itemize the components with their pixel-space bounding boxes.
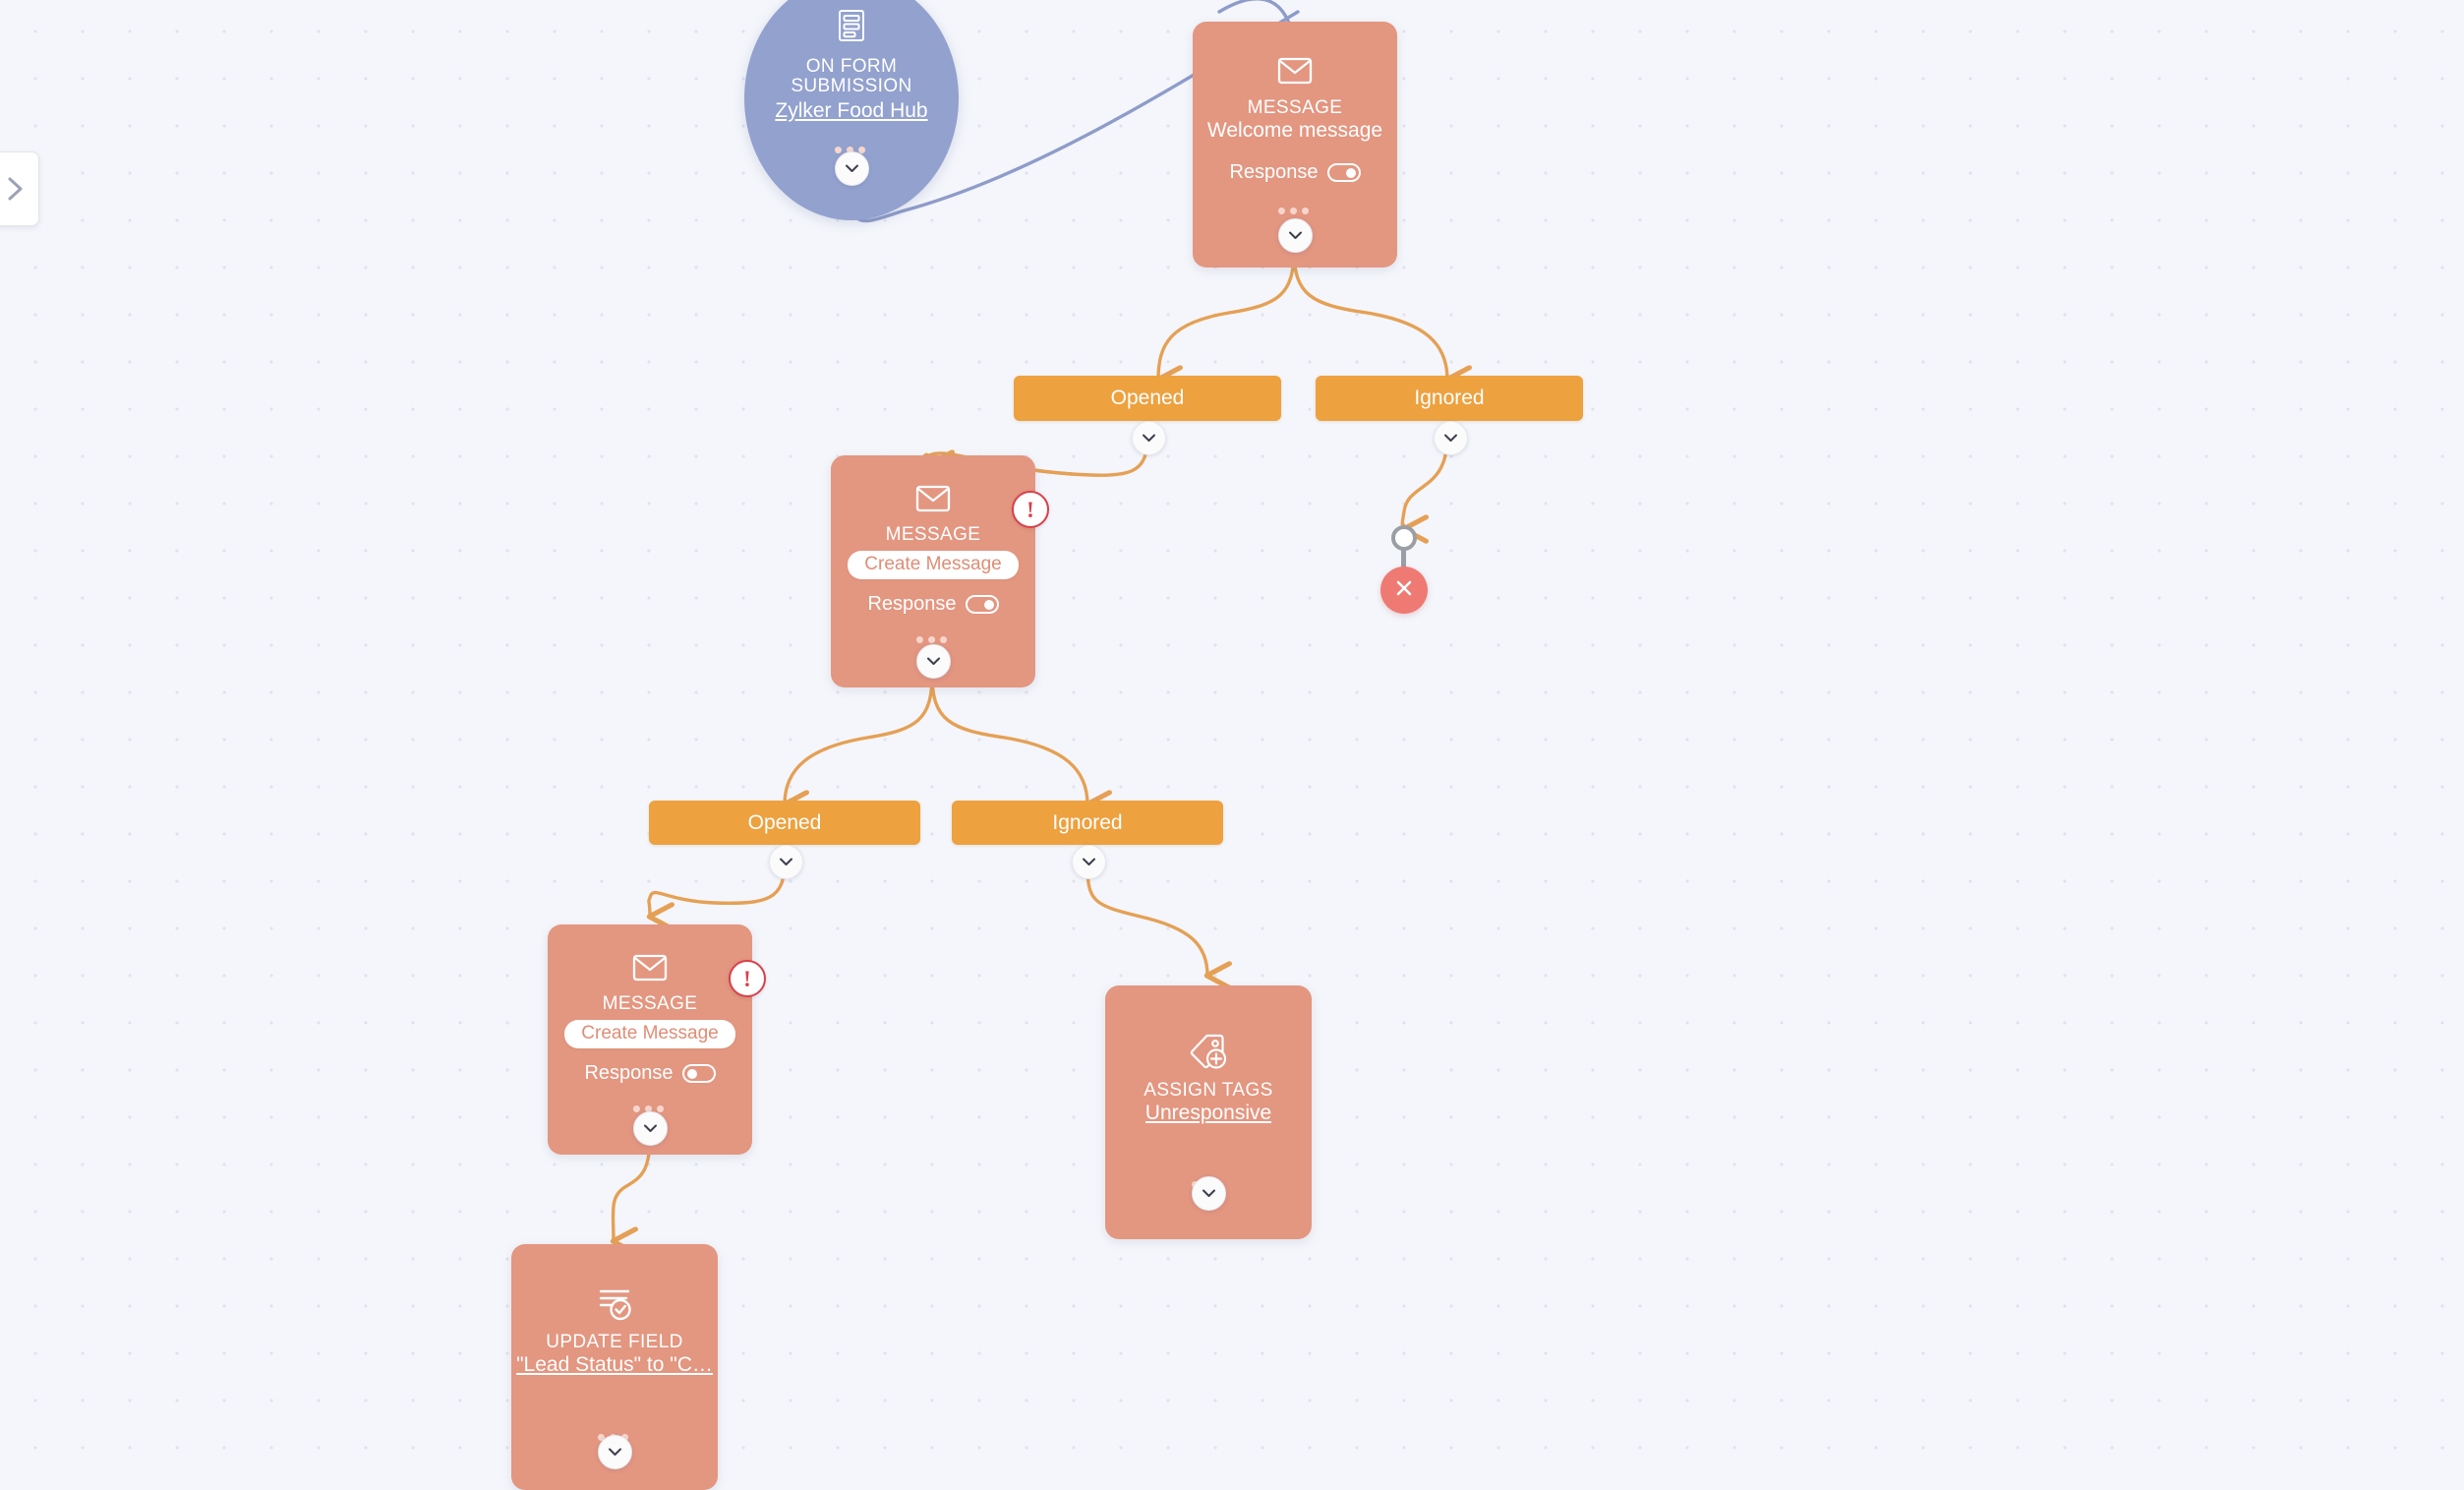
node-message-3[interactable]: MESSAGE Create Message Response ••• !	[548, 924, 766, 1155]
message-2-create-message-button[interactable]: Create Message	[848, 551, 1019, 579]
message-3-expand-button[interactable]	[633, 1111, 668, 1146]
workflow-canvas[interactable]: ON FORM SUBMISSION Zylker Food Hub ••• M…	[0, 0, 2464, 1490]
message-3-type: MESSAGE	[602, 993, 698, 1014]
branch-1-ignored-bar[interactable]: Ignored	[1316, 376, 1583, 421]
chevron-down-icon	[1443, 430, 1458, 447]
flow-end-button[interactable]	[1380, 566, 1428, 614]
chevron-right-icon	[7, 175, 25, 203]
welcome-message-response-toggle[interactable]	[1326, 163, 1361, 182]
form-icon	[832, 6, 871, 50]
branch-1-opened-label: Opened	[1110, 387, 1185, 409]
message-2-response-label: Response	[867, 593, 957, 615]
chevron-down-icon	[1288, 227, 1303, 245]
node-branch-2-ignored[interactable]: Ignored	[952, 801, 1223, 879]
flow-end-ring	[1391, 525, 1417, 551]
node-branch-1-opened[interactable]: Opened	[1014, 376, 1281, 455]
branch-1-opened-bar[interactable]: Opened	[1014, 376, 1281, 421]
welcome-message-type: MESSAGE	[1247, 97, 1343, 118]
trigger-card[interactable]: ON FORM SUBMISSION Zylker Food Hub •••	[744, 0, 959, 220]
welcome-message-name: Welcome message	[1206, 119, 1383, 142]
close-icon	[1393, 577, 1415, 604]
node-assign-tags[interactable]: ASSIGN TAGS Unresponsive •••	[1105, 985, 1312, 1239]
chevron-down-icon	[926, 653, 941, 671]
node-branch-2-opened[interactable]: Opened	[649, 801, 920, 879]
node-message-2[interactable]: MESSAGE Create Message Response ••• !	[831, 455, 1049, 687]
node-update-field[interactable]: UPDATE FIELD "Lead Status" to "C… •••	[511, 1244, 718, 1490]
branch-2-opened-expand-button[interactable]	[769, 845, 803, 879]
node-trigger[interactable]: ON FORM SUBMISSION Zylker Food Hub •••	[744, 0, 959, 220]
message-3-response-label: Response	[584, 1062, 674, 1084]
envelope-icon	[913, 483, 953, 519]
branch-1-ignored-expand-button[interactable]	[1434, 421, 1468, 455]
chevron-down-icon	[1082, 854, 1096, 871]
message-2-response-toggle[interactable]	[965, 595, 999, 614]
welcome-message-expand-button[interactable]	[1278, 218, 1313, 253]
update-field-expand-button[interactable]	[598, 1435, 632, 1469]
node-welcome-message[interactable]: MESSAGE Welcome message Response •••	[1193, 22, 1397, 268]
welcome-message-response-label: Response	[1229, 161, 1319, 183]
branch-1-opened-expand-button[interactable]	[1132, 421, 1166, 455]
chevron-down-icon	[608, 1444, 622, 1461]
branch-2-opened-label: Opened	[747, 810, 822, 834]
welcome-message-response-row: Response	[1229, 161, 1361, 184]
assign-tags-name[interactable]: Unresponsive	[1145, 1102, 1271, 1125]
envelope-icon	[1275, 55, 1315, 91]
trigger-type-line2: SUBMISSION	[791, 76, 912, 96]
chevron-down-icon	[643, 1120, 658, 1138]
trigger-type-line1: ON FORM	[805, 56, 898, 77]
message-2-response-row: Response	[867, 593, 999, 616]
message-2-warning-badge[interactable]: !	[1012, 491, 1049, 528]
node-branch-1-ignored[interactable]: Ignored	[1316, 376, 1583, 455]
message-3-response-toggle[interactable]	[681, 1064, 716, 1083]
welcome-message-more-menu[interactable]: •••	[1277, 198, 1313, 223]
chevron-down-icon	[779, 854, 793, 871]
update-field-type: UPDATE FIELD	[546, 1332, 683, 1352]
branch-2-opened-bar[interactable]: Opened	[649, 801, 920, 845]
envelope-icon	[630, 952, 670, 988]
chevron-down-icon	[1202, 1185, 1216, 1203]
assign-tags-expand-button[interactable]	[1192, 1176, 1226, 1211]
message-3-warning-badge[interactable]: !	[729, 960, 766, 997]
chevron-down-icon	[845, 160, 859, 178]
chevron-down-icon	[1142, 430, 1156, 447]
branch-2-ignored-label: Ignored	[1052, 810, 1123, 834]
expand-left-panel-button[interactable]	[0, 151, 39, 226]
message-3-create-message-button[interactable]: Create Message	[564, 1020, 735, 1048]
assign-tags-type: ASSIGN TAGS	[1144, 1080, 1273, 1101]
branch-1-ignored-label: Ignored	[1414, 387, 1485, 409]
message-2-more-menu[interactable]: •••	[915, 626, 951, 652]
message-3-response-row: Response	[584, 1062, 716, 1085]
tag-plus-icon	[1188, 1033, 1229, 1075]
trigger-expand-button[interactable]	[835, 151, 869, 186]
update-field-icon	[594, 1283, 635, 1328]
branch-2-ignored-bar[interactable]: Ignored	[952, 801, 1223, 845]
message-2-expand-button[interactable]	[916, 644, 951, 679]
branch-2-ignored-expand-button[interactable]	[1072, 845, 1106, 879]
trigger-name[interactable]: Zylker Food Hub	[775, 99, 927, 123]
message-2-type: MESSAGE	[885, 524, 981, 545]
update-field-name[interactable]: "Lead Status" to "C…	[516, 1353, 713, 1377]
